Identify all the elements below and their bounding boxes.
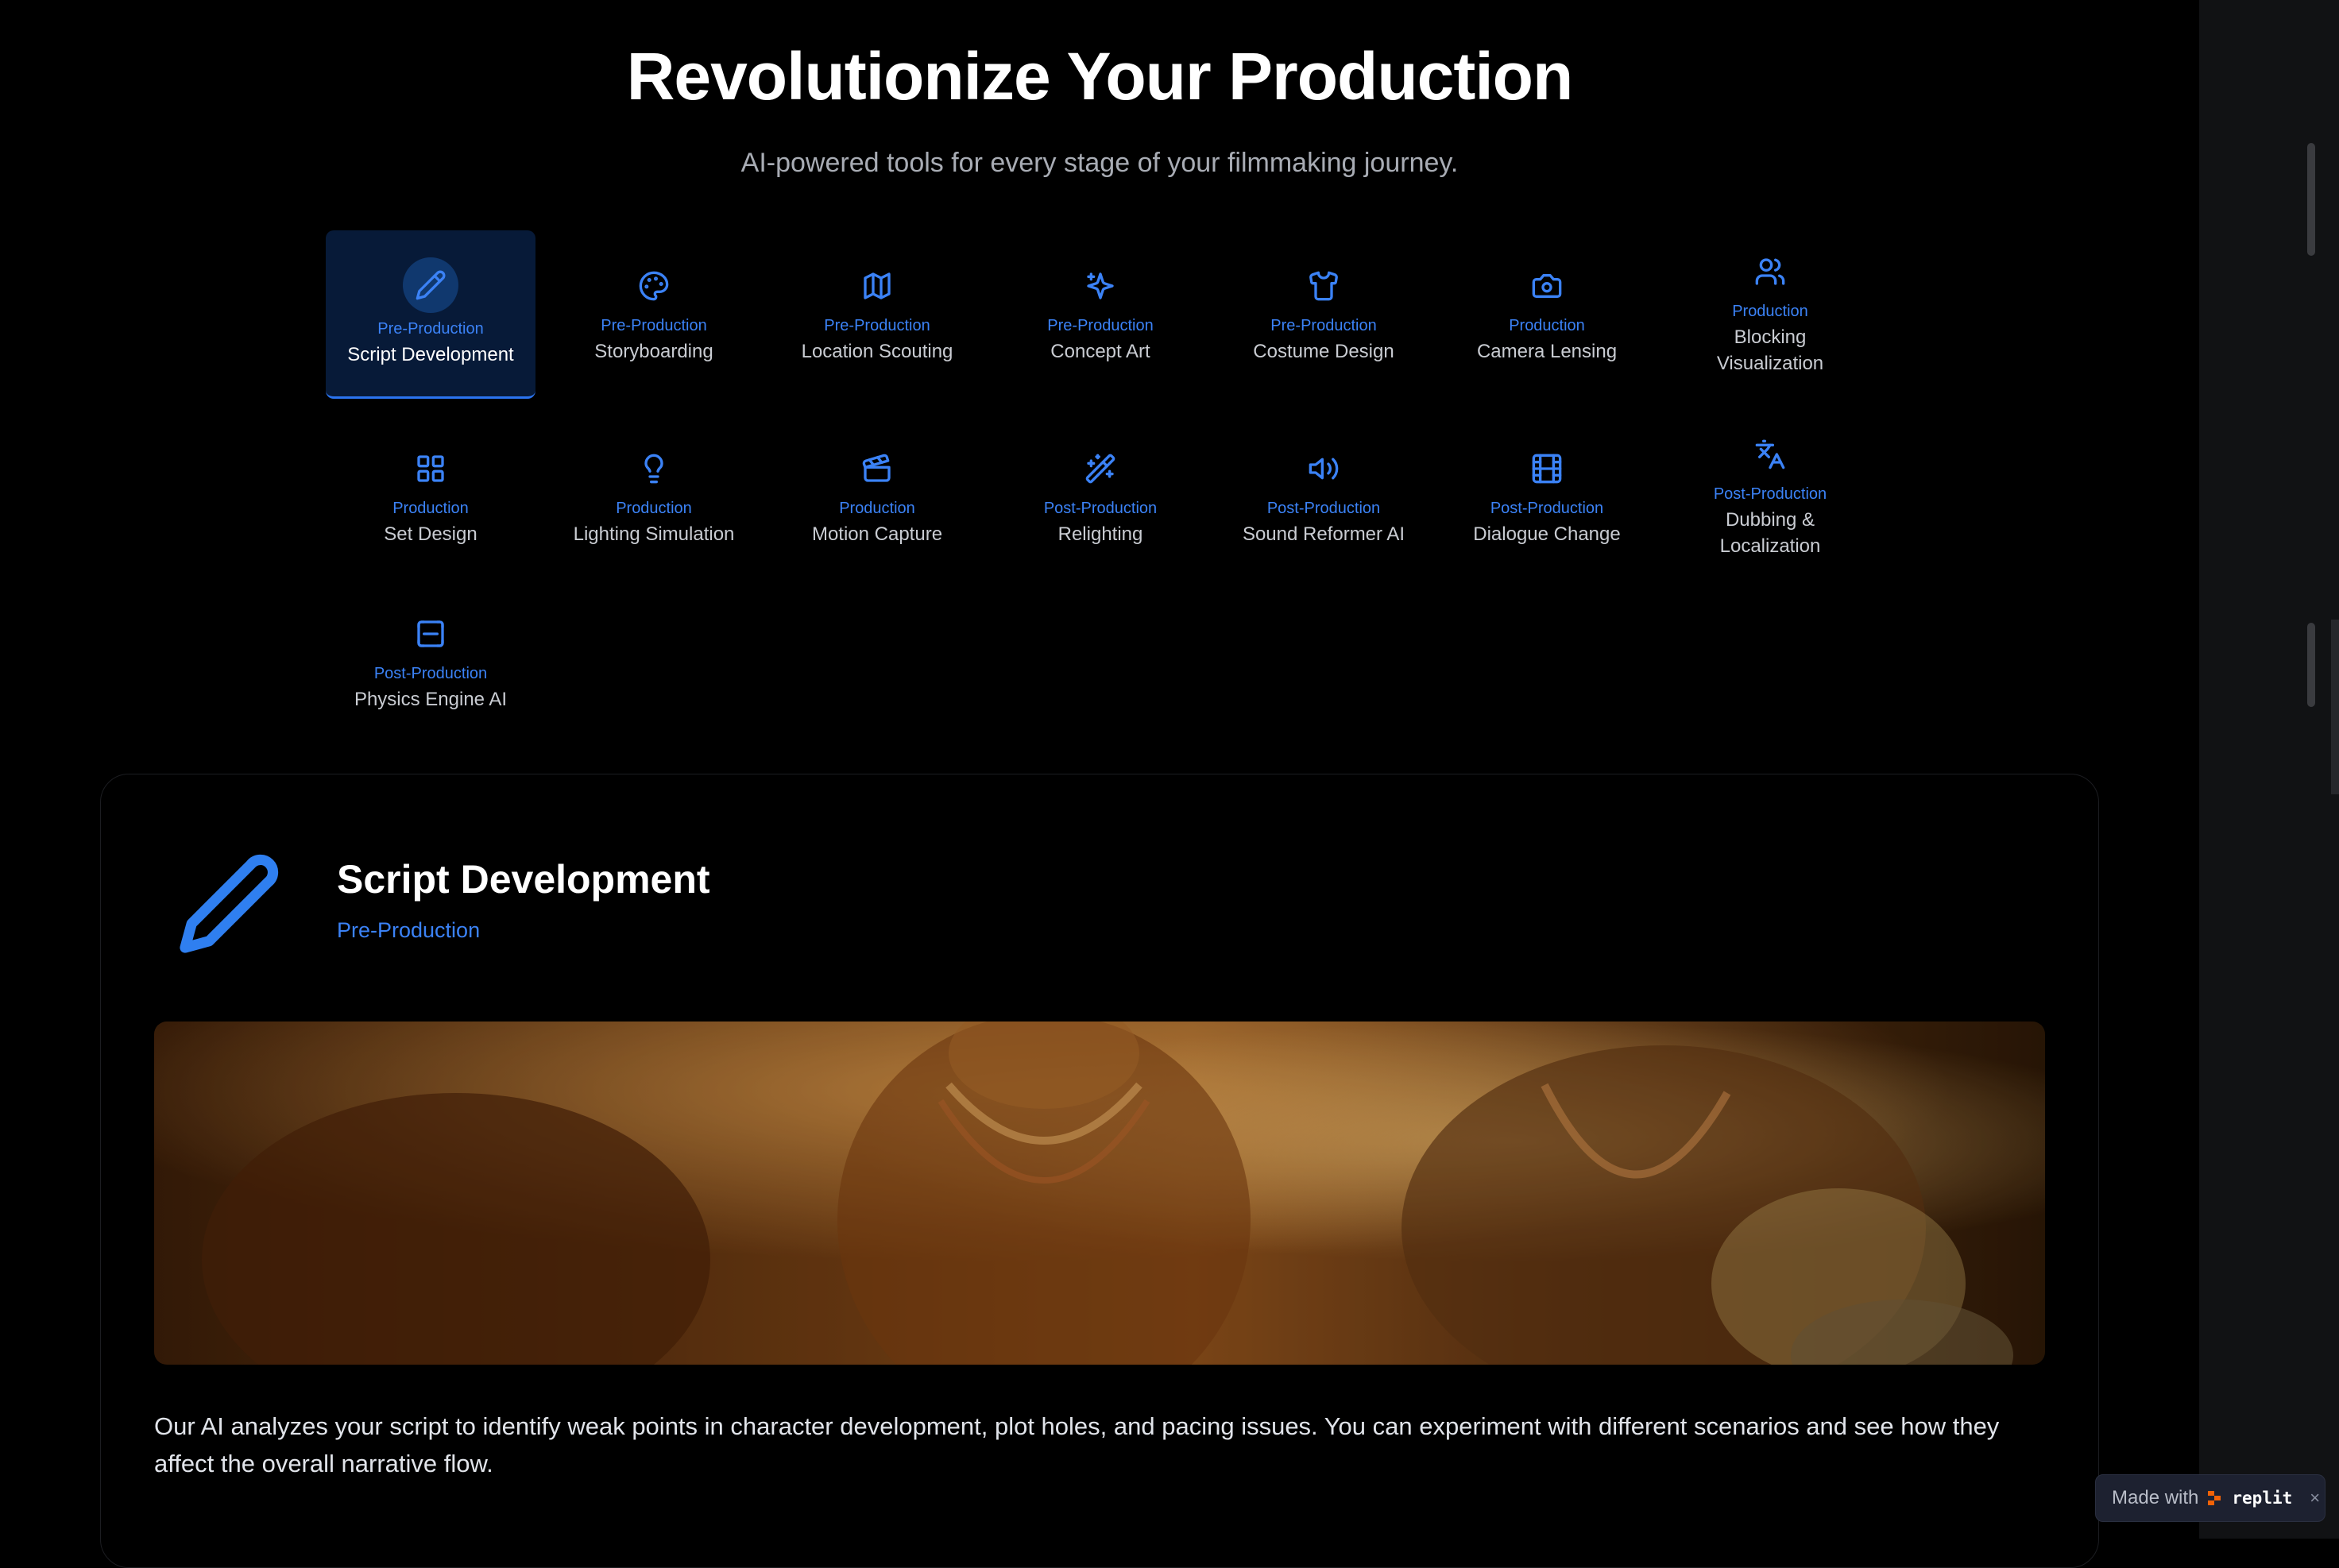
tool-name-label: Sound Reformer AI bbox=[1242, 523, 1405, 545]
tool-stage-label: Production bbox=[1509, 317, 1585, 334]
tool-tile-physics-engine-ai[interactable]: Post-Production Physics Engine AI bbox=[326, 616, 535, 713]
map-icon bbox=[860, 268, 895, 303]
tool-tile-dialogue-change[interactable]: Post-Production Dialogue Change bbox=[1442, 451, 1652, 547]
sparkles-icon bbox=[1083, 268, 1118, 303]
scrollbar-thumb-secondary[interactable] bbox=[2307, 623, 2315, 707]
page-title: Revolutionize Your Production bbox=[626, 39, 1574, 114]
tool-tile-camera-lensing[interactable]: Production Camera Lensing bbox=[1442, 268, 1652, 365]
page-subtitle: AI-powered tools for every stage of your… bbox=[740, 148, 1459, 178]
magic-wand-icon bbox=[1083, 451, 1118, 486]
made-with-replit-badge[interactable]: Made with replit × bbox=[2095, 1474, 2325, 1522]
tool-tile-dubbing-localization[interactable]: Post-Production Dubbing & Localization bbox=[1665, 437, 1875, 559]
tool-name-label: Camera Lensing bbox=[1476, 341, 1618, 362]
tool-stage-label: Post-Production bbox=[1043, 500, 1158, 517]
tool-name-label: Dialogue Change bbox=[1473, 523, 1621, 545]
palette-icon bbox=[636, 268, 671, 303]
main-content: Revolutionize Your Production AI-powered… bbox=[0, 0, 2199, 1568]
shirt-icon bbox=[1306, 268, 1341, 303]
tool-stage-label: Pre-Production bbox=[601, 317, 707, 334]
tool-tile-relighting[interactable]: Post-Production Relighting bbox=[996, 451, 1205, 547]
scan-icon bbox=[413, 616, 448, 651]
tool-stage-label: Post-Production bbox=[1490, 500, 1604, 517]
tool-name-label: Relighting bbox=[1057, 523, 1143, 545]
replit-logo-icon bbox=[2208, 1491, 2221, 1505]
scrollbar-thumb[interactable] bbox=[2307, 143, 2315, 256]
tool-stage-label: Pre-Production bbox=[824, 317, 930, 334]
tool-stage-label: Production bbox=[616, 500, 692, 517]
tool-name-label: Costume Design bbox=[1253, 341, 1394, 362]
pencil-icon bbox=[403, 257, 458, 313]
tool-stage-label: Production bbox=[1732, 303, 1808, 320]
tool-name-label: Location Scouting bbox=[801, 341, 953, 362]
pencil-icon bbox=[176, 852, 281, 956]
tool-name-label: Blocking Visualization bbox=[1716, 326, 1824, 374]
tool-name-label: Set Design bbox=[384, 523, 477, 545]
camera-icon bbox=[1529, 268, 1564, 303]
tool-tile-concept-art[interactable]: Pre-Production Concept Art bbox=[996, 268, 1205, 365]
tool-name-label: Motion Capture bbox=[811, 523, 943, 545]
tool-tile-storyboarding[interactable]: Pre-Production Storyboarding bbox=[549, 268, 759, 365]
tool-stage-label: Post-Production bbox=[1713, 485, 1827, 503]
tool-stage-label: Pre-Production bbox=[1270, 317, 1377, 334]
detail-image bbox=[154, 1022, 2045, 1365]
close-icon[interactable]: × bbox=[2310, 1488, 2320, 1508]
tool-name-label: Physics Engine AI bbox=[354, 689, 508, 710]
tool-stage-label: Post-Production bbox=[373, 665, 488, 682]
tool-tile-location-scouting[interactable]: Pre-Production Location Scouting bbox=[772, 268, 982, 365]
tool-tile-lighting-simulation[interactable]: Production Lighting Simulation bbox=[549, 451, 759, 547]
tool-name-label: Lighting Simulation bbox=[573, 523, 735, 545]
tool-stage-label: Post-Production bbox=[1266, 500, 1381, 517]
tool-tile-motion-capture[interactable]: Production Motion Capture bbox=[772, 451, 982, 547]
right-panel bbox=[2199, 0, 2339, 1539]
detail-title: Script Development bbox=[337, 857, 710, 902]
tool-name-label: Concept Art bbox=[1050, 341, 1150, 362]
tool-tile-costume-design[interactable]: Pre-Production Costume Design bbox=[1219, 268, 1429, 365]
tool-tile-script-development[interactable]: Pre-Production Script Development bbox=[326, 230, 535, 399]
tool-tile-blocking-visualization[interactable]: Production Blocking Visualization bbox=[1665, 254, 1875, 377]
tool-stage-label: Pre-Production bbox=[377, 320, 484, 338]
tool-stage-label: Pre-Production bbox=[1047, 317, 1154, 334]
tool-stage-label: Production bbox=[839, 500, 915, 517]
tool-name-label: Storyboarding bbox=[594, 341, 713, 362]
users-icon bbox=[1753, 254, 1788, 289]
tool-tile-sound-reformer-ai[interactable]: Post-Production Sound Reformer AI bbox=[1219, 451, 1429, 547]
languages-icon bbox=[1753, 437, 1788, 472]
clapperboard-icon bbox=[860, 451, 895, 486]
detail-description: Our AI analyzes your script to identify … bbox=[154, 1412, 2000, 1477]
volume-icon bbox=[1306, 451, 1341, 486]
grid-icon bbox=[413, 451, 448, 486]
film-icon bbox=[1529, 451, 1564, 486]
scrollbar-track[interactable] bbox=[2331, 620, 2339, 794]
detail-stage: Pre-Production bbox=[337, 918, 481, 942]
tool-name-label: Script Development bbox=[347, 344, 514, 365]
badge-brand: replit bbox=[2232, 1489, 2293, 1508]
lightbulb-icon bbox=[636, 451, 671, 486]
tool-tile-set-design[interactable]: Production Set Design bbox=[326, 451, 535, 547]
badge-text: Made with bbox=[2112, 1487, 2199, 1508]
tool-stage-label: Production bbox=[392, 500, 469, 517]
tool-name-label: Dubbing & Localization bbox=[1719, 509, 1821, 557]
